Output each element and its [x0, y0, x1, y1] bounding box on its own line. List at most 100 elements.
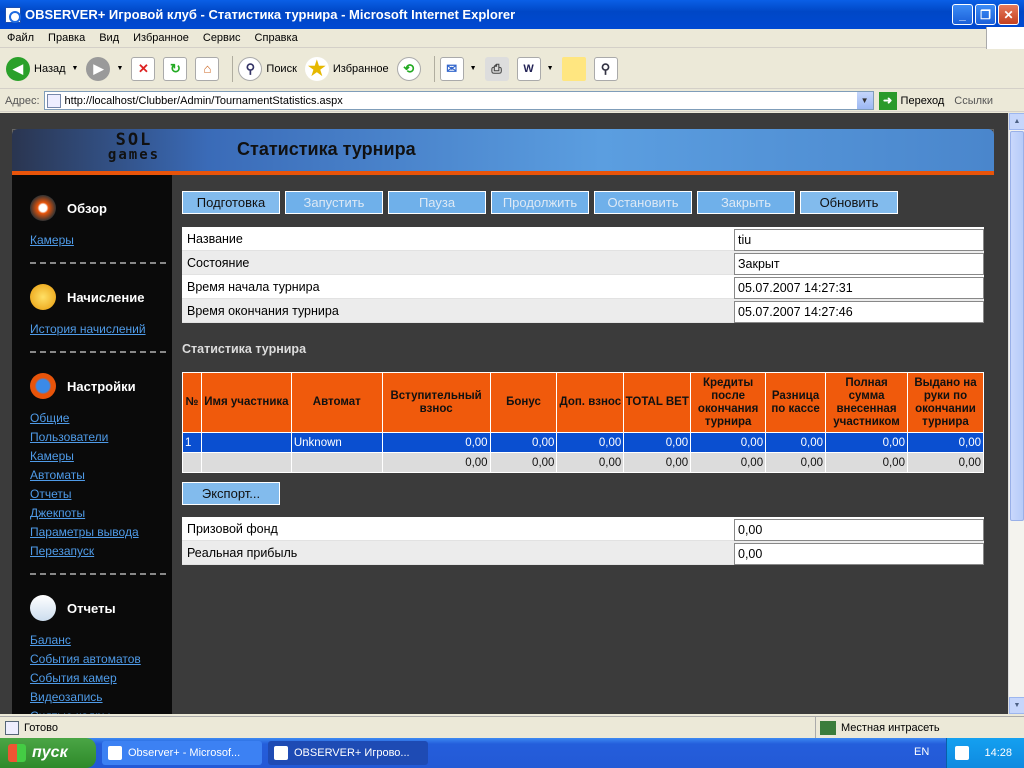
scroll-up-icon[interactable]: ▲ — [1009, 113, 1024, 130]
sidebar-link[interactable]: Автоматы — [30, 466, 172, 485]
mail-dropdown-icon[interactable]: ▼ — [470, 65, 477, 72]
info-value-field[interactable]: 0,00 — [734, 519, 984, 541]
stats-column-header[interactable]: Бонус — [489, 372, 558, 433]
address-url[interactable]: http://localhost/Clubber/Admin/Tournamen… — [65, 95, 857, 107]
menu-help[interactable]: Справка — [248, 32, 305, 44]
info-value-field[interactable]: 05.07.2007 14:27:46 — [734, 301, 984, 323]
vertical-scrollbar[interactable]: ▲ ▼ — [1008, 113, 1024, 714]
table-cell: 0,00 — [825, 432, 908, 453]
research-icon: ⚲ — [593, 56, 618, 81]
mail-button[interactable]: ✉ ▼ — [439, 56, 477, 81]
stats-column-header[interactable]: Выдано на руки по окончании турнира — [906, 372, 985, 433]
sidebar-link[interactable]: События автоматов — [30, 650, 172, 669]
sidebar-link[interactable]: Баланс — [30, 631, 172, 650]
totals-cell: 0,00 — [489, 452, 558, 473]
refresh-button[interactable]: ↻ — [163, 56, 188, 81]
stats-column-header[interactable]: Разница по кассе — [765, 372, 827, 433]
network-icon[interactable] — [955, 746, 969, 760]
scroll-down-icon[interactable]: ▼ — [1009, 697, 1024, 714]
sidebar-link[interactable]: Снятые кадры — [30, 707, 172, 714]
stats-column-header[interactable]: № — [182, 372, 202, 433]
minimize-button[interactable]: _ — [952, 4, 973, 25]
history-button[interactable]: ⟲ — [396, 56, 421, 81]
info-row: Время окончания турнира 05.07.2007 14:27:… — [182, 299, 984, 323]
table-row[interactable]: 1 Unknown 0,00 0,00 0,00 0,00 0,00 0,00 0,00 0,00 — [182, 432, 985, 453]
totals-cell: 0,00 — [690, 452, 767, 473]
history-icon: ⟲ — [396, 56, 421, 81]
app-header: SOL games Статистика турнира — [12, 129, 994, 171]
discuss-button[interactable] — [561, 56, 586, 81]
tournament-info-table: Название tiu Состояние Закрыт Время начала т… — [182, 227, 984, 323]
export-button[interactable]: Экспорт... — [182, 482, 280, 505]
research-button[interactable]: ⚲ — [593, 56, 618, 81]
info-value-field[interactable]: 05.07.2007 14:27:31 — [734, 277, 984, 299]
info-value-field[interactable]: 0,00 — [734, 543, 984, 565]
search-button[interactable]: ⚲ Поиск — [238, 56, 297, 81]
menu-tools[interactable]: Сервис — [196, 32, 248, 44]
action-button[interactable]: Продолжить — [491, 191, 589, 214]
back-dropdown-icon[interactable]: ▼ — [72, 65, 79, 72]
action-button[interactable]: Подготовка — [182, 191, 280, 214]
sidebar-link[interactable]: История начислений — [30, 320, 172, 339]
forward-button[interactable]: ▶ ▼ — [86, 56, 123, 81]
go-label: Переход — [900, 94, 945, 107]
sidebar-link[interactable]: Пользователи — [30, 428, 172, 447]
sidebar-link[interactable]: Отчеты — [30, 485, 172, 504]
maximize-button[interactable]: ❐ — [975, 4, 996, 25]
stats-column-header[interactable]: Доп. взнос — [556, 372, 625, 433]
info-value-field[interactable]: tiu — [734, 229, 984, 251]
action-button[interactable]: Пауза — [388, 191, 486, 214]
go-button[interactable]: ➜ Переход — [878, 91, 945, 110]
sidebar-link[interactable]: Параметры вывода — [30, 523, 172, 542]
word-icon — [108, 746, 122, 760]
stats-column-header[interactable]: Кредиты после окончания турнира — [690, 372, 767, 433]
back-arrow-icon: ◀ — [6, 56, 30, 81]
action-button[interactable]: Закрыть — [697, 191, 795, 214]
info-value-field[interactable]: Закрыт — [734, 253, 984, 275]
action-button[interactable]: Запустить — [285, 191, 383, 214]
links-button[interactable]: Ссылки — [954, 95, 993, 107]
favorites-button[interactable]: ★ Избранное — [304, 56, 389, 81]
info-row: Состояние Закрыт — [182, 251, 984, 275]
language-indicator[interactable]: EN — [914, 746, 929, 758]
sidebar-link[interactable]: Перезапуск — [30, 542, 172, 561]
address-input[interactable]: http://localhost/Clubber/Admin/Tournamen… — [43, 91, 874, 110]
system-tray: 14:28 — [946, 738, 1024, 768]
start-button[interactable]: пуск — [0, 738, 96, 768]
sidebar-link[interactable]: Джекпоты — [30, 504, 172, 523]
totals-cell: 0,00 — [765, 452, 827, 473]
menu-favorites[interactable]: Избранное — [126, 32, 196, 44]
sidebar-link[interactable]: Камеры — [30, 447, 172, 466]
menu-file[interactable]: Файл — [0, 32, 41, 44]
taskbar-item-label: Observer+ - Microsof... — [128, 747, 241, 759]
taskbar-item-word[interactable]: Observer+ - Microsof... — [102, 741, 262, 765]
print-button[interactable]: ⎙ — [484, 56, 509, 81]
word-edit-icon: W — [516, 56, 541, 81]
stats-column-header[interactable]: Вступительный взнос — [381, 372, 491, 433]
sidebar-link[interactable]: Камеры — [30, 231, 172, 250]
close-button[interactable]: ✕ — [998, 4, 1019, 25]
home-button[interactable]: ⌂ — [195, 56, 220, 81]
totals-cell: 0,00 — [825, 452, 908, 473]
stop-button[interactable]: ✕ — [131, 56, 156, 81]
address-dropdown-icon[interactable]: ▼ — [856, 92, 873, 109]
scroll-thumb[interactable] — [1010, 131, 1024, 521]
sidebar-link[interactable]: Видеозапись — [30, 688, 172, 707]
stats-column-header[interactable]: Полная сумма внесенная участником — [825, 372, 908, 433]
taskbar-item-ie[interactable]: OBSERVER+ Игрово... — [268, 741, 428, 765]
forward-dropdown-icon[interactable]: ▼ — [116, 65, 123, 72]
sidebar-link[interactable]: События камер — [30, 669, 172, 688]
start-label: пуск — [32, 744, 68, 761]
edit-button[interactable]: W ▼ — [516, 56, 554, 81]
sol-games-logo: SOL games — [107, 130, 161, 163]
stats-column-header[interactable]: Автомат — [290, 372, 383, 433]
edit-dropdown-icon[interactable]: ▼ — [547, 65, 554, 72]
action-button[interactable]: Обновить — [800, 191, 898, 214]
stats-column-header[interactable]: TOTAL BET — [623, 372, 692, 433]
back-button[interactable]: ◀ Назад ▼ — [6, 56, 79, 81]
stats-column-header[interactable]: Имя участника — [200, 372, 292, 433]
sidebar-link[interactable]: Общие — [30, 409, 172, 428]
action-button[interactable]: Остановить — [594, 191, 692, 214]
menu-edit[interactable]: Правка — [41, 32, 92, 44]
menu-view[interactable]: Вид — [92, 32, 126, 44]
